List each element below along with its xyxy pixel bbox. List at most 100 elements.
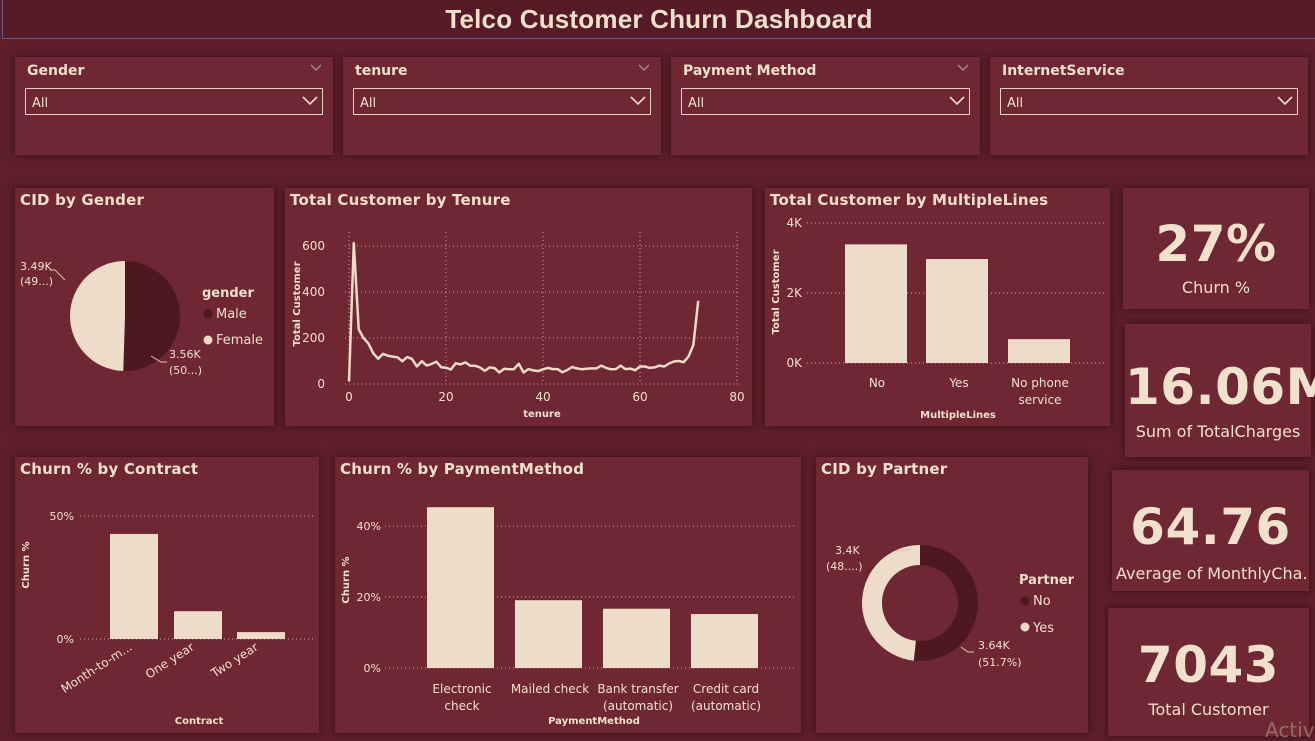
bar-two-year[interactable]	[237, 632, 285, 639]
donut-slice-yes[interactable]	[861, 545, 920, 661]
xtick-40: 40	[535, 390, 550, 404]
label-yes-value: 3.4K	[835, 544, 860, 557]
kpi-totalcharges-label: Sum of TotalCharges	[1135, 422, 1301, 441]
cat-no-phone: No phone	[1011, 376, 1069, 390]
bar-credit-card[interactable]	[691, 614, 758, 668]
payment-bar-chart: 40% 20% 0% Electronic check Mailed check…	[341, 507, 797, 727]
contract-card: Churn % by Contract 50% 0% Month-to-m...…	[15, 457, 319, 733]
tenure-xlabel: tenure	[523, 409, 561, 420]
label-yes-pct: (48....)	[826, 560, 863, 573]
slicer-tenure: tenure All	[343, 57, 661, 155]
payment-ylabel: Churn %	[341, 556, 352, 603]
tenure-dropdown[interactable]: All	[353, 88, 651, 115]
ytick-0k: 0K	[786, 356, 803, 370]
tenure-ylabel: Total Customer	[292, 261, 303, 346]
label-male-value: 3.56K	[169, 348, 201, 361]
internet-service-dropdown[interactable]: All	[1000, 88, 1298, 115]
legend-marker-male	[203, 309, 213, 319]
kpi-totalcustomer-card: 7043 Total Customer	[1108, 608, 1309, 736]
contract-xlabel: Contract	[175, 716, 224, 727]
label-female-pct: (49...)	[20, 275, 53, 288]
label-no-pct: (51.7%)	[978, 656, 1022, 669]
donut-slice-no[interactable]	[913, 545, 978, 661]
pie-slice-female[interactable]	[69, 261, 125, 371]
bar-electronic-check[interactable]	[427, 507, 494, 668]
cat-electronic-1: Electronic	[432, 682, 491, 696]
chevron-down-icon[interactable]	[637, 61, 651, 75]
bar-yes[interactable]	[926, 259, 988, 363]
kpi-churn-label: Churn %	[1181, 278, 1251, 297]
tenure-series-line[interactable]	[347, 241, 700, 382]
slicer-gender: Gender All	[15, 57, 333, 155]
multiplelines-bar-chart: 4K 2K 0K No Yes No phone service Multipl…	[771, 216, 1105, 421]
partner-legend-title: Partner	[1019, 573, 1075, 588]
legend-yes[interactable]: Yes	[1032, 621, 1054, 636]
multiplelines-card: Total Customer by MultipleLines 4K 2K 0K…	[765, 188, 1110, 426]
activation-watermark: Activ	[1265, 718, 1315, 741]
gender-dropdown[interactable]: All	[25, 88, 323, 115]
kpi-totalcustomer-label: Total Customer	[1148, 700, 1269, 719]
internet-dropdown-value: All	[1007, 96, 1024, 111]
contract-bar-chart: 50% 0% Month-to-m... One year Two year C…	[21, 510, 313, 727]
legend-marker-yes	[1020, 622, 1030, 632]
cat-bank-1: Bank transfer	[597, 682, 678, 696]
cat-two-year: Two year	[208, 640, 261, 681]
cat-electronic-2: check	[444, 699, 479, 713]
bar-one-year[interactable]	[174, 611, 222, 639]
xtick-80: 80	[729, 390, 744, 404]
payment-card: Churn % by PaymentMethod 40% 20% 0% Elec…	[335, 457, 801, 733]
gender-dropdown-value: All	[32, 96, 49, 111]
kpi-totalcharges-card: 16.06M Sum of TotalCharges	[1125, 324, 1315, 457]
cat-bank-2: (automatic)	[603, 699, 673, 713]
bar-no-phone-service[interactable]	[1008, 339, 1070, 363]
legend-female[interactable]: Female	[216, 333, 263, 348]
slicer-internet-service: InternetService All	[990, 57, 1308, 155]
ytick-200: 200	[302, 331, 325, 345]
legend-marker-no	[1020, 596, 1030, 606]
kpi-monthlycharges-card: 64.76 Average of MonthlyCha...	[1112, 470, 1309, 591]
bar-bank-transfer[interactable]	[603, 608, 670, 668]
cat-mailed-1: Mailed check	[511, 682, 589, 696]
chevron-down-icon	[1277, 96, 1293, 106]
bar-month-to-month[interactable]	[110, 533, 158, 639]
legend-no[interactable]: No	[1033, 594, 1051, 609]
kpi-monthlycharges-label: Average of MonthlyCha...	[1116, 564, 1309, 583]
slicer-tenure-label: tenure	[355, 63, 408, 79]
dashboard-title: Telco Customer Churn Dashboard	[445, 3, 873, 34]
slicer-payment-label: Payment Method	[683, 63, 817, 79]
cid-by-gender-card: CID by Gender 3.49K (49...) 3.56K (50...…	[15, 188, 274, 426]
dashboard-header: Telco Customer Churn Dashboard	[2, 0, 1315, 39]
kpi-totalcustomer-value: 7043	[1137, 636, 1280, 694]
ytick-4k: 4K	[786, 216, 803, 230]
legend-marker-female	[203, 335, 213, 345]
tenure-card: Total Customer by Tenure 600 400 200 0 0…	[285, 188, 752, 426]
cat-yes: Yes	[948, 376, 968, 390]
ytick-600: 600	[302, 239, 325, 253]
xtick-60: 60	[632, 390, 647, 404]
payment-method-dropdown[interactable]: All	[681, 88, 970, 115]
ytick-0: 0	[317, 377, 325, 391]
partner-card: CID by Partner 3.4K (48....) 3.64K (51.7…	[816, 457, 1088, 733]
chevron-down-icon[interactable]	[309, 61, 323, 75]
gender-pie-chart: 3.49K (49...) 3.56K (50...) gender Male …	[20, 260, 263, 377]
payment-xlabel: PaymentMethod	[548, 716, 640, 727]
ytick-0pct: 0%	[364, 662, 381, 675]
legend-male[interactable]: Male	[216, 307, 247, 322]
kpi-totalcharges-value: 16.06M	[1125, 358, 1315, 416]
tenure-dropdown-value: All	[360, 96, 377, 111]
ytick-20pct: 20%	[357, 591, 381, 604]
contract-ylabel: Churn %	[21, 541, 32, 588]
xtick-20: 20	[438, 390, 453, 404]
ytick-40pct: 40%	[357, 520, 381, 533]
cat-no: No	[869, 376, 885, 390]
multiplelines-ylabel: Total Customer	[771, 249, 782, 334]
chevron-down-icon	[949, 96, 965, 106]
cat-month-to-month: Month-to-m...	[59, 640, 135, 696]
slicer-gender-label: Gender	[27, 63, 85, 79]
payment-dropdown-value: All	[688, 96, 705, 111]
kpi-churn-value: 27%	[1155, 215, 1277, 273]
bar-mailed-check[interactable]	[515, 600, 582, 668]
bar-no[interactable]	[845, 244, 907, 363]
chevron-down-icon[interactable]	[956, 61, 970, 75]
tenure-line-chart: 600 400 200 0 0 20 40 60 80 tenure Total…	[292, 232, 745, 420]
